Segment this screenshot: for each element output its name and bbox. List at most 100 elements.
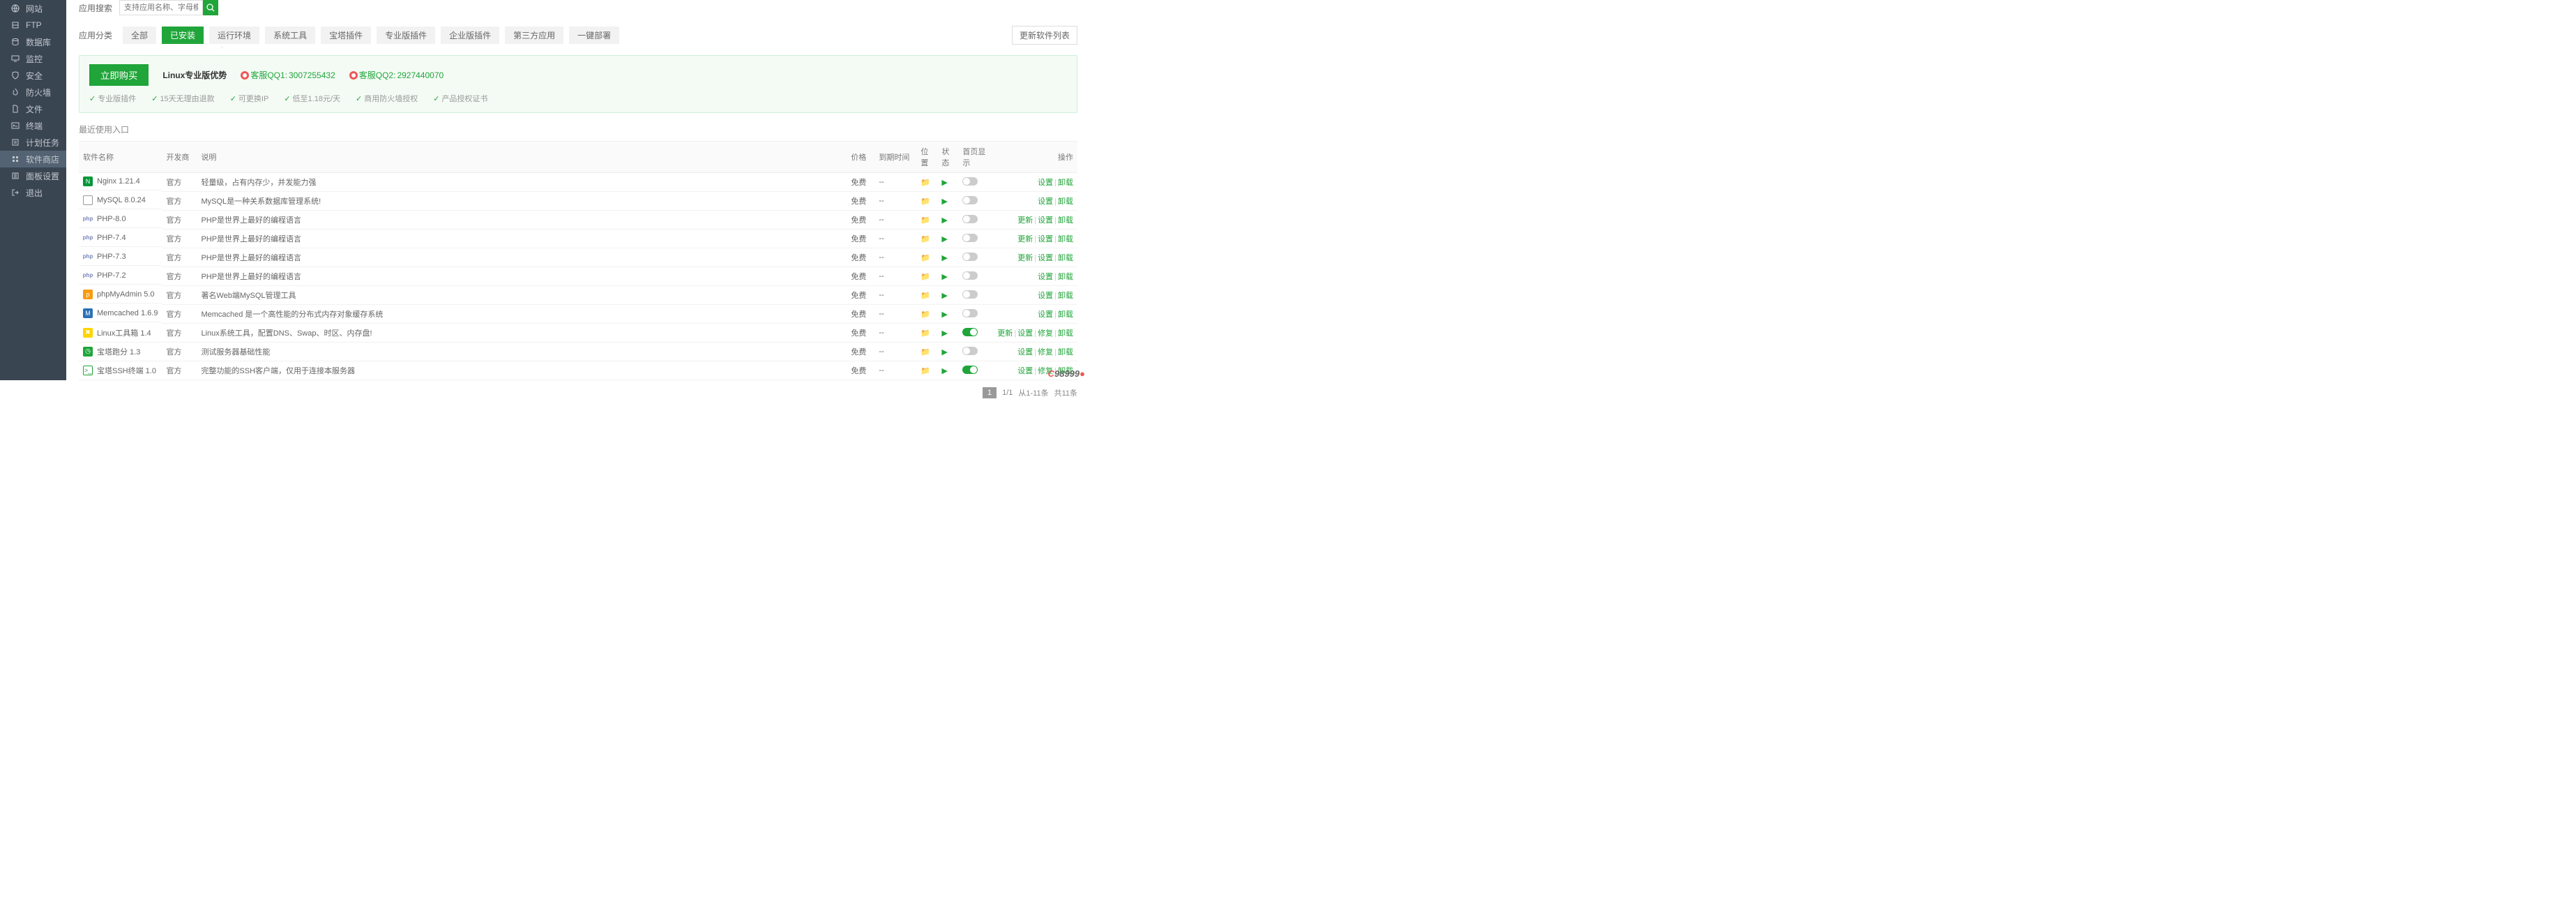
play-icon[interactable]: ▶ (941, 292, 947, 300)
sidebar-item-file[interactable]: 文件 (0, 100, 66, 117)
action-link[interactable]: 卸载 (1058, 254, 1073, 262)
action-link[interactable]: 设置 (1038, 273, 1053, 281)
action-link[interactable]: 卸载 (1058, 348, 1073, 357)
folder-icon[interactable]: 📁 (920, 197, 930, 206)
folder-icon[interactable]: 📁 (920, 348, 930, 357)
search-input[interactable] (119, 0, 203, 15)
home-toggle[interactable] (962, 328, 978, 336)
app-name[interactable]: Memcached 1.6.9 (97, 309, 158, 317)
tab-7[interactable]: 第三方应用 (505, 27, 563, 44)
home-toggle[interactable] (962, 271, 978, 280)
folder-icon[interactable]: 📁 (920, 367, 930, 375)
sidebar-item-ftp[interactable]: FTP (0, 17, 66, 33)
action-link[interactable]: 卸载 (1058, 197, 1073, 206)
kf1[interactable]: 客服QQ1: 3007255432 (241, 69, 335, 81)
search-button[interactable] (203, 0, 218, 15)
home-toggle[interactable] (962, 253, 978, 261)
buy-button[interactable]: 立即购买 (89, 64, 149, 86)
app-name[interactable]: Nginx 1.21.4 (97, 177, 140, 186)
action-link[interactable]: 设置 (1038, 254, 1053, 262)
action-link[interactable]: 设置 (1017, 367, 1033, 375)
app-name[interactable]: phpMyAdmin 5.0 (97, 290, 155, 299)
play-icon[interactable]: ▶ (941, 197, 947, 206)
tab-3[interactable]: 系统工具 (265, 27, 315, 44)
sidebar-item-monitor[interactable]: 监控 (0, 50, 66, 67)
app-name[interactable]: PHP-7.3 (97, 253, 126, 261)
action-link[interactable]: 卸载 (1058, 235, 1073, 243)
sidebar-item-fire[interactable]: 防火墙 (0, 84, 66, 100)
tab-4[interactable]: 宝塔插件 (321, 27, 371, 44)
play-icon[interactable]: ▶ (941, 310, 947, 319)
app-name[interactable]: Linux工具箱 1.4 (97, 327, 151, 338)
sidebar-item-label: 监控 (26, 53, 43, 65)
kf2[interactable]: 客服QQ2: 2927440070 (349, 69, 444, 81)
play-icon[interactable]: ▶ (941, 235, 947, 243)
play-icon[interactable]: ▶ (941, 179, 947, 187)
table-row: phpPHP-7.3官方PHP是世界上最好的编程语言免费--📁▶更新|设置|卸载 (79, 248, 1077, 267)
action-link[interactable]: 设置 (1038, 292, 1053, 300)
folder-icon[interactable]: 📁 (920, 273, 930, 281)
action-link[interactable]: 卸载 (1058, 179, 1073, 187)
play-icon[interactable]: ▶ (941, 367, 947, 375)
action-link[interactable]: 卸载 (1058, 273, 1073, 281)
folder-icon[interactable]: 📁 (920, 254, 930, 262)
sidebar-item-terminal[interactable]: 终端 (0, 117, 66, 134)
action-link[interactable]: 设置 (1038, 310, 1053, 319)
action-link[interactable]: 设置 (1017, 329, 1033, 338)
play-icon[interactable]: ▶ (941, 273, 947, 281)
action-link[interactable]: 修复 (1038, 329, 1053, 338)
app-name[interactable]: 宝塔SSH终端 1.0 (97, 365, 156, 376)
home-toggle[interactable] (962, 290, 978, 299)
action-link[interactable]: 修复 (1038, 348, 1053, 357)
home-toggle[interactable] (962, 309, 978, 317)
tab-5[interactable]: 专业版插件 (377, 27, 435, 44)
action-link[interactable]: 更新 (997, 329, 1013, 338)
tab-6[interactable]: 企业版插件 (441, 27, 499, 44)
play-icon[interactable]: ▶ (941, 348, 947, 357)
action-link[interactable]: 卸载 (1058, 292, 1073, 300)
action-link[interactable]: 设置 (1038, 235, 1053, 243)
play-icon[interactable]: ▶ (941, 216, 947, 225)
sidebar-item-exit[interactable]: 退出 (0, 184, 66, 201)
page-current[interactable]: 1 (983, 387, 997, 398)
action-link[interactable]: 卸载 (1058, 329, 1073, 338)
update-list-button[interactable]: 更新软件列表 (1012, 26, 1077, 45)
folder-icon[interactable]: 📁 (920, 310, 930, 319)
sidebar-item-database[interactable]: 数据库 (0, 33, 66, 50)
action-link[interactable]: 更新 (1017, 235, 1033, 243)
tab-8[interactable]: 一键部署 (569, 27, 619, 44)
tab-0[interactable]: 全部 (123, 27, 156, 44)
home-toggle[interactable] (962, 366, 978, 374)
app-name[interactable]: MySQL 8.0.24 (97, 196, 146, 204)
folder-icon[interactable]: 📁 (920, 235, 930, 243)
play-icon[interactable]: ▶ (941, 329, 947, 338)
home-toggle[interactable] (962, 347, 978, 355)
action-link[interactable]: 更新 (1017, 216, 1033, 225)
folder-icon[interactable]: 📁 (920, 292, 930, 300)
app-name[interactable]: PHP-8.0 (97, 215, 126, 223)
action-link[interactable]: 卸载 (1058, 310, 1073, 319)
folder-icon[interactable]: 📁 (920, 179, 930, 187)
play-icon[interactable]: ▶ (941, 254, 947, 262)
action-link[interactable]: 更新 (1017, 254, 1033, 262)
action-link[interactable]: 设置 (1038, 216, 1053, 225)
action-link[interactable]: 卸载 (1058, 216, 1073, 225)
sidebar-item-globe[interactable]: 网站 (0, 0, 66, 17)
app-name[interactable]: PHP-7.2 (97, 271, 126, 280)
folder-icon[interactable]: 📁 (920, 329, 930, 338)
sidebar-item-shield[interactable]: 安全 (0, 67, 66, 84)
tab-1[interactable]: 已安装 (162, 27, 204, 44)
app-name[interactable]: 宝塔跑分 1.3 (97, 346, 140, 357)
home-toggle[interactable] (962, 196, 978, 204)
home-toggle[interactable] (962, 177, 978, 186)
action-link[interactable]: 设置 (1017, 348, 1033, 357)
sidebar-item-settings[interactable]: 面板设置 (0, 167, 66, 184)
action-link[interactable]: 设置 (1038, 179, 1053, 187)
home-toggle[interactable] (962, 215, 978, 223)
home-toggle[interactable] (962, 234, 978, 242)
app-name[interactable]: PHP-7.4 (97, 234, 126, 242)
sidebar-item-task[interactable]: 计划任务 (0, 134, 66, 151)
folder-icon[interactable]: 📁 (920, 216, 930, 225)
action-link[interactable]: 设置 (1038, 197, 1053, 206)
tab-2[interactable]: 运行环境 (209, 27, 259, 44)
